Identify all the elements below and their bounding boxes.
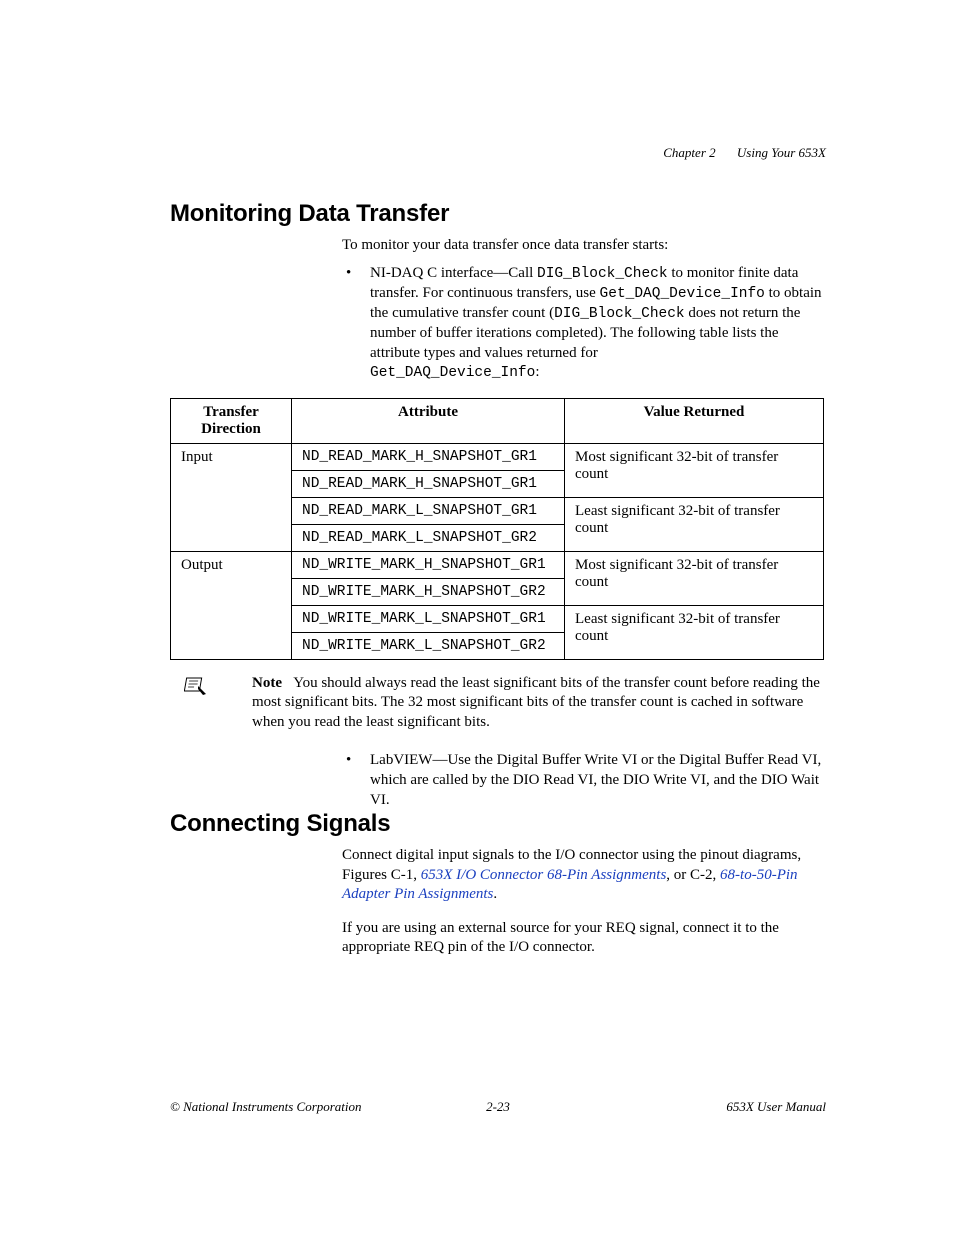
- section-heading-connecting: Connecting Signals: [170, 810, 826, 838]
- footer-manual-title: 653X User Manual: [726, 1099, 826, 1115]
- chapter-title: Using Your 653X: [737, 145, 826, 160]
- code-fragment: Get_DAQ_Device_Info: [370, 365, 535, 381]
- cell-attribute: ND_READ_MARK_H_SNAPSHOT_GR1: [292, 470, 565, 497]
- cell-value: Least significant 32-bit of transfer cou…: [565, 497, 824, 551]
- attribute-table: Transfer Direction Attribute Value Retur…: [170, 398, 824, 660]
- cell-attribute: ND_WRITE_MARK_L_SNAPSHOT_GR1: [292, 605, 565, 632]
- bullet-nidaq: NI-DAQ C interface—Call DIG_Block_Check …: [342, 264, 826, 384]
- content: Monitoring Data Transfer To monitor your…: [170, 200, 826, 958]
- code-fragment: DIG_Block_Check: [537, 266, 668, 282]
- text-fragment: .: [493, 886, 497, 902]
- cell-attribute: ND_WRITE_MARK_H_SNAPSHOT_GR1: [292, 551, 565, 578]
- footer-copyright: © National Instruments Corporation: [170, 1099, 362, 1115]
- text-fragment: , or C-2,: [666, 867, 720, 883]
- table-row: Output ND_WRITE_MARK_H_SNAPSHOT_GR1 Most…: [171, 551, 824, 578]
- footer-page-number: 2-23: [486, 1099, 510, 1115]
- cell-value: Most significant 32-bit of transfer coun…: [565, 551, 824, 605]
- note-label: Note: [252, 675, 282, 691]
- bullet-labview: LabVIEW—Use the Digital Buffer Write VI …: [342, 751, 826, 810]
- code-fragment: DIG_Block_Check: [554, 306, 685, 322]
- page-footer: © National Instruments Corporation 2-23 …: [170, 1099, 826, 1115]
- connecting-para1: Connect digital input signals to the I/O…: [342, 846, 826, 905]
- text-fragment: :: [535, 364, 539, 380]
- header-line: Direction: [201, 421, 261, 437]
- note-text: Note You should always read the least si…: [252, 674, 826, 733]
- table-row: Input ND_READ_MARK_H_SNAPSHOT_GR1 Most s…: [171, 443, 824, 470]
- chapter-label: Chapter 2: [663, 145, 715, 160]
- cell-direction: Output: [171, 551, 292, 659]
- code-fragment: Get_DAQ_Device_Info: [600, 286, 765, 302]
- cell-attribute: ND_WRITE_MARK_H_SNAPSHOT_GR2: [292, 578, 565, 605]
- note-icon: [184, 676, 208, 701]
- note-block: Note You should always read the least si…: [184, 674, 826, 733]
- col-header-attribute: Attribute: [292, 398, 565, 443]
- link-68pin[interactable]: 653X I/O Connector 68-Pin Assignments: [421, 867, 667, 883]
- section2-body: Connect digital input signals to the I/O…: [342, 846, 826, 958]
- cell-attribute: ND_READ_MARK_L_SNAPSHOT_GR2: [292, 524, 565, 551]
- connecting-para2: If you are using an external source for …: [342, 919, 826, 958]
- bullet-list-2: LabVIEW—Use the Digital Buffer Write VI …: [342, 751, 826, 810]
- cell-attribute: ND_READ_MARK_L_SNAPSHOT_GR1: [292, 497, 565, 524]
- section1-body: To monitor your data transfer once data …: [342, 236, 826, 384]
- cell-direction: Input: [171, 443, 292, 551]
- col-header-direction: Transfer Direction: [171, 398, 292, 443]
- cell-value: Most significant 32-bit of transfer coun…: [565, 443, 824, 497]
- page: Chapter 2 Using Your 653X Monitoring Dat…: [0, 0, 954, 1235]
- cell-attribute: ND_READ_MARK_H_SNAPSHOT_GR1: [292, 443, 565, 470]
- text-fragment: NI-DAQ C interface—Call: [370, 265, 537, 281]
- col-header-value: Value Returned: [565, 398, 824, 443]
- section-heading-monitoring: Monitoring Data Transfer: [170, 200, 826, 228]
- cell-attribute: ND_WRITE_MARK_L_SNAPSHOT_GR2: [292, 632, 565, 659]
- running-header: Chapter 2 Using Your 653X: [645, 145, 826, 161]
- note-body: You should always read the least signifi…: [252, 675, 820, 731]
- header-line: Transfer: [203, 404, 259, 420]
- cell-value: Least significant 32-bit of transfer cou…: [565, 605, 824, 659]
- bullet-list-1: NI-DAQ C interface—Call DIG_Block_Check …: [342, 264, 826, 384]
- intro-text: To monitor your data transfer once data …: [342, 236, 826, 256]
- section1-body2: LabVIEW—Use the Digital Buffer Write VI …: [342, 751, 826, 810]
